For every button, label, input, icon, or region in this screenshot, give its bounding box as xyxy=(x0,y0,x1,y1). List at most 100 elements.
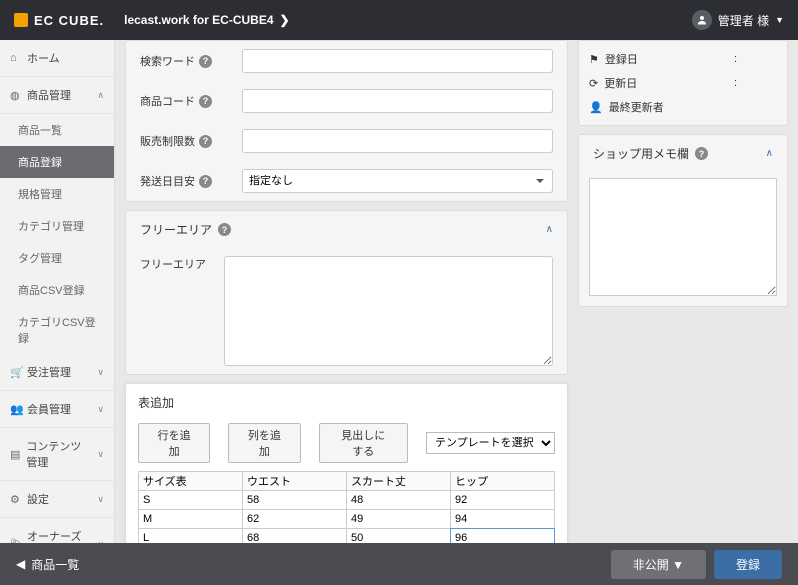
size-table xyxy=(138,471,555,543)
cube-icon: ◍ xyxy=(10,89,21,102)
table-cell[interactable] xyxy=(243,491,346,509)
chevron-down-icon: ∨ xyxy=(97,449,104,460)
submit-button[interactable]: 登録 xyxy=(714,550,782,579)
nav-label: ホーム xyxy=(27,50,60,66)
chevron-up-icon: ∧ xyxy=(546,224,553,235)
nav-label: オーナーズストア xyxy=(27,528,91,543)
help-icon[interactable]: ? xyxy=(695,147,708,160)
meta-panel: ⚑登録日: ⟳更新日: 👤最終更新者 xyxy=(578,40,788,126)
table-cell[interactable] xyxy=(243,510,346,528)
freearea-textarea[interactable] xyxy=(224,256,553,366)
label-product-code: 商品コード xyxy=(140,93,195,109)
nav-member-mgmt[interactable]: 👥会員管理∨ xyxy=(0,391,114,428)
nav-label: 受注管理 xyxy=(27,364,71,380)
add-row-button[interactable]: 行を追加 xyxy=(138,423,210,463)
nav-label: コンテンツ管理 xyxy=(26,438,91,470)
home-icon: ⌂ xyxy=(10,52,21,64)
label-update-date: 更新日 xyxy=(604,75,637,91)
user-name: 管理者 様 xyxy=(718,12,769,29)
label-last-updater: 最終更新者 xyxy=(609,99,664,115)
nav-order-mgmt[interactable]: 🛒 受注管理 ∨ xyxy=(0,354,114,391)
memo-header[interactable]: ショップ用メモ欄 ? ∧ xyxy=(579,135,787,172)
help-icon[interactable]: ? xyxy=(199,55,212,68)
search-form-panel: 検索ワード? 商品コード? 販売制限数? 発送日目安? 指定なし xyxy=(125,40,568,202)
add-col-button[interactable]: 列を追加 xyxy=(228,423,300,463)
table-cell[interactable] xyxy=(347,529,450,543)
nav-home[interactable]: ⌂ ホーム xyxy=(0,40,114,77)
help-icon[interactable]: ? xyxy=(199,175,212,188)
table-cell[interactable] xyxy=(243,529,346,543)
topbar: EC CUBE. lecast.work for EC-CUBE4 ❯ 管理者 … xyxy=(0,0,798,40)
table-header-cell[interactable] xyxy=(139,472,242,490)
nav-class-mgmt[interactable]: 規格管理 xyxy=(0,178,114,210)
label-register-date: 登録日 xyxy=(605,51,638,67)
product-name: lecast.work for EC-CUBE4 xyxy=(124,13,273,27)
template-select[interactable]: テンプレートを選択 xyxy=(426,432,555,454)
table-header-cell[interactable] xyxy=(243,472,346,490)
colon: : xyxy=(734,77,737,89)
label-sale-limit: 販売制限数 xyxy=(140,133,195,149)
gear-icon: ⚙ xyxy=(10,493,21,506)
chevron-down-icon: ∨ xyxy=(97,404,104,415)
nav-category-csv[interactable]: カテゴリCSV登録 xyxy=(0,306,114,354)
label-search-word: 検索ワード xyxy=(140,53,195,69)
nav-tag-mgmt[interactable]: タグ管理 xyxy=(0,242,114,274)
table-header-cell[interactable] xyxy=(347,472,450,490)
file-icon: ▤ xyxy=(10,448,20,461)
freearea-panel: フリーエリア ? ∧ フリーエリア xyxy=(125,210,568,375)
nav-product-mgmt[interactable]: ◍ 商品管理 ∧ xyxy=(0,77,114,114)
refresh-icon: ⟳ xyxy=(589,77,598,90)
chevron-down-icon: ▼ xyxy=(775,15,784,25)
delivery-select[interactable]: 指定なし xyxy=(242,169,553,193)
product-link[interactable]: lecast.work for EC-CUBE4 ❯ xyxy=(124,13,289,27)
users-icon: 👥 xyxy=(10,403,21,416)
nav-product-csv[interactable]: 商品CSV登録 xyxy=(0,274,114,306)
nav-product-list[interactable]: 商品一覧 xyxy=(0,114,114,146)
help-icon[interactable]: ? xyxy=(199,95,212,108)
memo-panel: ショップ用メモ欄 ? ∧ xyxy=(578,134,788,307)
make-header-button[interactable]: 見出しにする xyxy=(319,423,408,463)
table-cell[interactable] xyxy=(139,510,242,528)
brand-logo-icon xyxy=(14,13,28,27)
draft-button[interactable]: 非公開 ▼ xyxy=(611,550,706,579)
nav-label: 商品管理 xyxy=(27,87,71,103)
chevron-right-icon: ❯ xyxy=(280,13,290,27)
nav-product-register[interactable]: 商品登録 xyxy=(0,146,114,178)
label-delivery-date: 発送日目安 xyxy=(140,173,195,189)
back-button[interactable]: ◀ 商品一覧 xyxy=(16,556,79,573)
table-cell[interactable] xyxy=(347,510,450,528)
table-cell[interactable] xyxy=(451,510,554,528)
avatar-icon xyxy=(692,10,712,30)
freearea-header[interactable]: フリーエリア ? ∧ xyxy=(126,211,567,248)
table-cell[interactable] xyxy=(451,491,554,509)
sale-limit-input[interactable] xyxy=(242,129,553,153)
chevron-down-icon: ∨ xyxy=(97,494,104,505)
table-header-cell[interactable] xyxy=(451,472,554,490)
help-icon[interactable]: ? xyxy=(199,135,212,148)
brand[interactable]: EC CUBE. xyxy=(14,13,104,28)
memo-title: ショップ用メモ欄 xyxy=(593,145,689,162)
nav-category-mgmt[interactable]: カテゴリ管理 xyxy=(0,210,114,242)
chevron-down-icon: ∨ xyxy=(97,367,104,378)
nav-settings[interactable]: ⚙設定∨ xyxy=(0,481,114,518)
cart-icon: 🛒 xyxy=(10,366,21,379)
memo-textarea[interactable] xyxy=(589,178,777,296)
nav-content-mgmt[interactable]: ▤ コンテンツ管理 ∨ xyxy=(0,428,114,481)
table-add-panel: 表追加 行を追加 列を追加 見出しにする テンプレートを選択 行を削除 列を削除 xyxy=(125,383,568,543)
nav-owners-store[interactable]: 🏷オーナーズストア∨ xyxy=(0,518,114,543)
search-word-input[interactable] xyxy=(242,49,553,73)
flag-icon: ⚑ xyxy=(589,53,599,66)
product-code-input[interactable] xyxy=(242,89,553,113)
table-cell[interactable] xyxy=(451,529,554,543)
help-icon[interactable]: ? xyxy=(218,223,231,236)
footer: ◀ 商品一覧 非公開 ▼ 登録 xyxy=(0,543,798,585)
arrow-left-icon: ◀ xyxy=(16,557,25,571)
user-menu[interactable]: 管理者 様 ▼ xyxy=(692,10,784,30)
chevron-up-icon: ∧ xyxy=(97,90,104,101)
label-freearea: フリーエリア xyxy=(140,256,206,272)
freearea-title: フリーエリア xyxy=(140,221,212,238)
table-cell[interactable] xyxy=(139,491,242,509)
table-cell[interactable] xyxy=(139,529,242,543)
table-cell[interactable] xyxy=(347,491,450,509)
user-icon: 👤 xyxy=(589,101,603,114)
